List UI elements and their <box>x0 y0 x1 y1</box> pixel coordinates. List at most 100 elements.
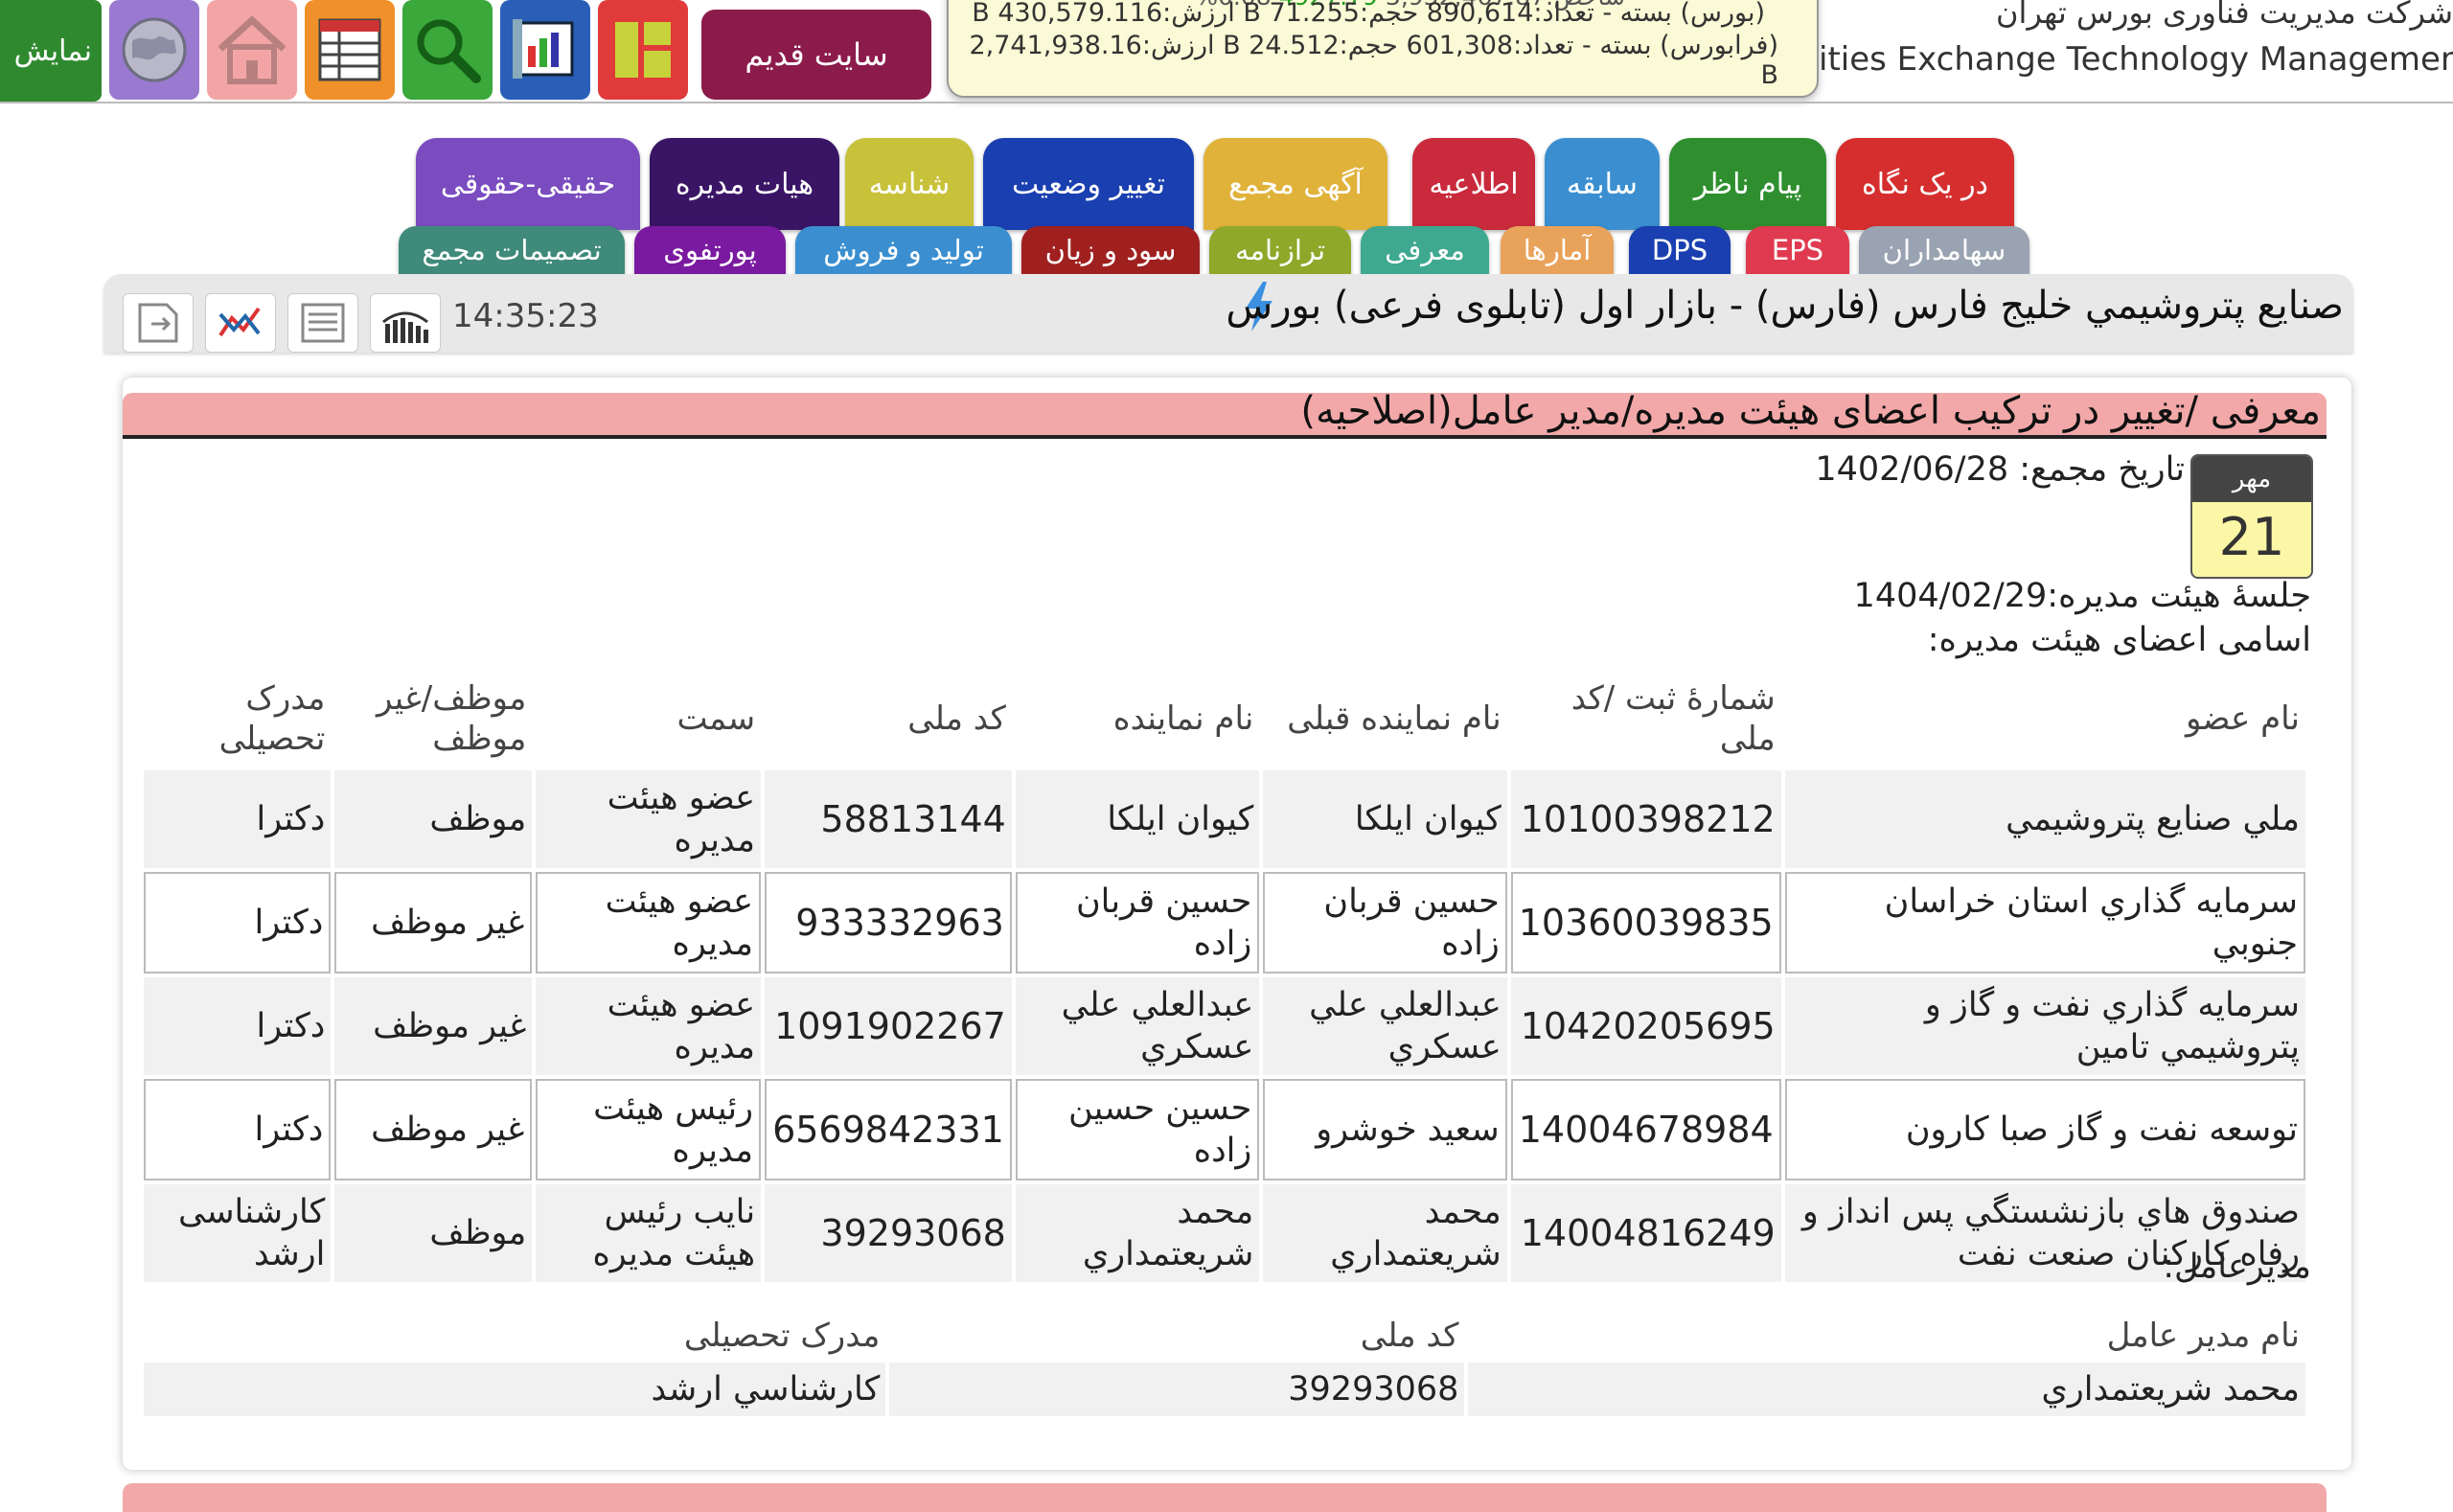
members-caption: اسامی اعضای هیئت مدیره: <box>1927 621 2311 659</box>
members-column-header: نام نماینده قبلی <box>1287 699 1502 738</box>
tab-secondary-1[interactable]: EPS <box>1746 226 1849 274</box>
bourse-stats: (بورس) بسته - تعداد:890,614 حجم:71.255 B… <box>972 0 1765 28</box>
tab-primary-1[interactable]: پیام ناظر <box>1669 138 1826 230</box>
assembly-date: تاریخ مجمع: 1402/06/28 <box>1815 450 2185 489</box>
tab-label: هیات مدیره <box>675 167 814 201</box>
search-button[interactable] <box>402 0 493 100</box>
members-column-header: نام نماینده <box>1112 699 1254 738</box>
organization-name-en: ities Exchange Technology Management C <box>1819 40 2453 79</box>
notice-title: معرفی /تغییر در ترکیب اعضای هیئت مدیره/م… <box>1300 389 2321 433</box>
chart-icon <box>218 307 261 337</box>
symbol-title-bar: 14:35:23 صنايع پتروشيمي خليج فارس (فارس)… <box>103 274 2353 353</box>
table-cell: کارشناسی ارشد <box>144 1184 332 1282</box>
table-cell: محمد شریعتمداري <box>1015 1184 1260 1282</box>
table-cell: دکترا <box>144 1079 332 1180</box>
old-site-button[interactable]: سایت قدیم <box>701 10 931 100</box>
chart-button[interactable] <box>205 293 276 353</box>
table-cell: عضو هیئت مدیره <box>536 977 762 1075</box>
table-cell: کیوان ایلکا <box>1015 770 1260 868</box>
tab-secondary-7[interactable]: تولید و فروش <box>795 226 1012 274</box>
tab-secondary-6[interactable]: سود و زیان <box>1021 226 1200 274</box>
tab-label: ترازنامه <box>1234 234 1326 266</box>
tab-primary-3[interactable]: اطلاعیه <box>1412 138 1535 230</box>
export-icon <box>138 303 178 343</box>
report-button[interactable] <box>500 0 590 100</box>
table-cell: موظف <box>334 1184 533 1282</box>
table-cell: عضو هیئت مدیره <box>536 872 762 974</box>
members-header-row: نام عضو شمارهٔ ثبت /کد ملی نام نماینده قبل… <box>144 671 2305 767</box>
notice-panel: معرفی /تغییر در ترکیب اعضای هیئت مدیره/م… <box>123 378 2351 1470</box>
tab-secondary-0[interactable]: سهامداران <box>1859 226 2029 274</box>
tab-secondary-5[interactable]: ترازنامه <box>1209 226 1351 274</box>
search-icon <box>417 19 481 83</box>
table-cell: حسین قربان زاده <box>1015 872 1260 974</box>
table-row: سرمايه گذاري استان خراسان جنوبي 103600398… <box>144 872 2305 974</box>
tab-primary-0[interactable]: در یک نگاه <box>1836 138 2014 230</box>
members-column-header: سمت <box>676 699 756 738</box>
tab-secondary-2[interactable]: DPS <box>1629 226 1731 274</box>
table-row: صندوق هاي بازنشستگي پس انداز و رفاه كارك… <box>144 1184 2305 1282</box>
members-column-header: مدرک تحصیلی <box>218 679 326 758</box>
table-cell: نایب رئیس هیئت مدیره <box>536 1184 762 1282</box>
table-cell: 1091902267 <box>765 977 1012 1075</box>
table-icon <box>318 18 381 81</box>
list-button[interactable] <box>287 293 358 353</box>
tab-primary-7[interactable]: هیات مدیره <box>650 138 839 230</box>
tab-label: پیام ناظر <box>1693 167 1802 201</box>
tab-secondary-8[interactable]: پورتفوی <box>634 226 786 274</box>
tab-primary-5[interactable]: تغییر وضعیت <box>983 138 1194 230</box>
table-cell: 39293068 <box>889 1363 1465 1416</box>
table-cell: غیر موظف <box>334 872 533 974</box>
table-button[interactable] <box>305 0 395 100</box>
table-cell: رئیس هیئت مدیره <box>536 1079 762 1180</box>
report-icon <box>513 19 574 79</box>
tab-label: تولید و فروش <box>823 234 984 266</box>
old-site-label: سایت قدیم <box>745 36 888 73</box>
tab-label: معرفی <box>1385 234 1465 266</box>
notice-title-bar: معرفی /تغییر در ترکیب اعضای هیئت مدیره/م… <box>123 389 2327 439</box>
board-members-table: نام عضو شمارهٔ ثبت /کد ملی نام نماینده قبل… <box>140 667 2309 1286</box>
export-button[interactable] <box>123 293 194 353</box>
show-button[interactable]: نمایش <box>0 0 102 102</box>
ceo-column-header: نام مدیر عامل <box>2106 1317 2300 1355</box>
ceo-caption: مدیرعامل: <box>2163 1248 2311 1286</box>
tab-secondary-4[interactable]: معرفی <box>1361 226 1489 274</box>
tab-label: حقیقی-حقوقی <box>440 167 616 201</box>
market-depth-button[interactable] <box>370 293 441 353</box>
tab-primary-8[interactable]: حقیقی-حقوقی <box>416 138 640 230</box>
show-button-label: نمایش <box>13 34 92 68</box>
tab-label: سهامداران <box>1882 234 2006 266</box>
home-button[interactable] <box>207 0 297 100</box>
table-row: سرمايه گذاري نفت و گاز و پتروشيمي تامين 1… <box>144 977 2305 1075</box>
ceo-column-header: کد ملی <box>1360 1317 1459 1355</box>
list-icon <box>301 303 345 343</box>
calendar-day: 21 <box>2218 507 2285 567</box>
members-body: ملي صنايع پتروشيمي 10100398212 کیوان ایلکا… <box>144 770 2305 1282</box>
tab-primary-4[interactable]: آگهی مجمع <box>1204 138 1387 230</box>
grid-button[interactable] <box>598 0 688 100</box>
table-cell: سعید خوشرو <box>1263 1079 1507 1180</box>
tab-secondary-3[interactable]: آمارها <box>1501 226 1614 274</box>
tab-label: پورتفوی <box>663 234 757 266</box>
table-cell: ملي صنايع پتروشيمي <box>1784 770 2305 868</box>
members-column-header: نام عضو <box>2185 699 2300 738</box>
tab-label: آگهی مجمع <box>1228 167 1363 201</box>
table-cell: غیر موظف <box>334 1079 533 1180</box>
table-cell: حسین حسین زاده <box>1015 1079 1260 1180</box>
home-icon <box>218 15 287 84</box>
table-cell: 14004678984 <box>1510 1079 1781 1180</box>
ceo-header-row: نام مدیر عامل کد ملی مدرک تحصیلی <box>144 1313 2305 1359</box>
tab-primary-2[interactable]: سابقه <box>1545 138 1660 230</box>
table-cell: کارشناسي ارشد <box>144 1363 886 1416</box>
tab-secondary-9[interactable]: تصمیمات مجمع <box>399 226 625 274</box>
table-cell: 58813144 <box>765 770 1012 868</box>
table-cell: دکترا <box>144 872 332 974</box>
tab-primary-6[interactable]: شناسه <box>845 138 974 230</box>
table-cell: توسعه نفت و گاز صبا کارون <box>1784 1079 2305 1180</box>
top-divider <box>0 102 2453 103</box>
board-meeting-date: جلسهٔ هیئت مدیره:1404/02/29 <box>1853 577 2311 615</box>
next-notice-title-bar <box>123 1483 2327 1512</box>
table-cell: سرمايه گذاري استان خراسان جنوبي <box>1784 872 2305 974</box>
tab-label: تصمیمات مجمع <box>422 234 602 266</box>
globe-button[interactable] <box>109 0 199 100</box>
